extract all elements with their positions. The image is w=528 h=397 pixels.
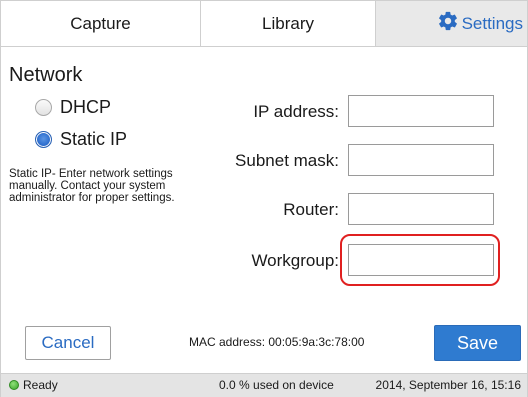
workgroup-highlight bbox=[340, 234, 500, 286]
tab-capture-label: Capture bbox=[70, 13, 131, 33]
static-ip-radio[interactable] bbox=[35, 131, 52, 148]
dhcp-radio[interactable] bbox=[35, 99, 52, 116]
dhcp-option[interactable]: DHCP bbox=[35, 97, 111, 118]
tab-settings-label: Settings bbox=[461, 13, 523, 33]
cancel-button[interactable]: Cancel bbox=[25, 326, 111, 360]
network-title: Network bbox=[9, 64, 83, 86]
tab-settings[interactable]: Settings bbox=[376, 1, 527, 46]
storage-usage: 0.0 % used on device bbox=[219, 378, 334, 392]
status-ready-text: Ready bbox=[23, 378, 58, 392]
subnet-mask-label: Subnet mask: bbox=[235, 151, 339, 170]
tab-capture[interactable]: Capture bbox=[1, 1, 201, 46]
gear-icon bbox=[437, 10, 462, 37]
settings-window: Capture Library Settings Network DHCP St… bbox=[0, 0, 528, 397]
status-bar: Ready 0.0 % used on device 2014, Septemb… bbox=[1, 373, 527, 397]
tab-library-label: Library bbox=[262, 13, 314, 33]
tab-bar: Capture Library Settings bbox=[1, 1, 527, 47]
router-input[interactable] bbox=[348, 193, 494, 225]
workgroup-label: Workgroup: bbox=[251, 251, 339, 270]
tab-library[interactable]: Library bbox=[201, 1, 376, 46]
ip-address-label: IP address: bbox=[253, 102, 339, 121]
subnet-mask-input[interactable] bbox=[348, 144, 494, 176]
save-button[interactable]: Save bbox=[434, 325, 521, 361]
dhcp-label: DHCP bbox=[60, 97, 112, 117]
ip-address-input[interactable] bbox=[348, 95, 494, 127]
status-datetime: 2014, September 16, 15:16 bbox=[375, 378, 521, 392]
router-label: Router: bbox=[283, 200, 339, 219]
ready-indicator-icon bbox=[9, 380, 19, 390]
static-ip-description: Static IP- Enter network settings manual… bbox=[9, 168, 175, 204]
status-ready: Ready bbox=[9, 378, 58, 392]
mac-address: MAC address: 00:05:9a:3c:78:00 bbox=[189, 335, 365, 349]
static-ip-option[interactable]: Static IP bbox=[35, 129, 127, 150]
static-ip-label: Static IP bbox=[60, 129, 128, 149]
